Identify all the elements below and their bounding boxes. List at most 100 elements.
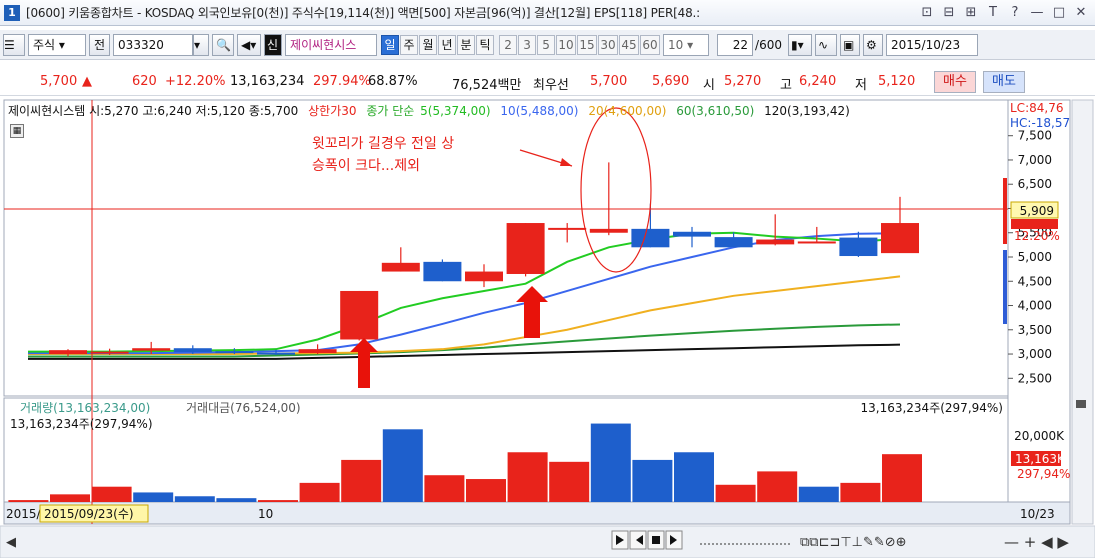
period-year[interactable]: 년	[438, 34, 457, 55]
open-label: 시	[703, 78, 715, 93]
toolbar: ☰ 주식 ▾ 전 033320 ▾ 🔍 ◀▾ 신 제이씨현시스 일 주 월 년 …	[0, 30, 1095, 60]
volume: 13,163,234	[230, 74, 305, 89]
candle-body	[257, 352, 295, 355]
volume-bar	[8, 500, 49, 502]
sell-button[interactable]: 매도	[983, 71, 1025, 93]
bottom-nav-bar	[0, 525, 1095, 558]
period-month[interactable]: 월	[419, 34, 438, 55]
step-60[interactable]: 60	[640, 34, 661, 55]
volume-bar	[382, 429, 423, 502]
code-input[interactable]: 033320	[113, 33, 194, 56]
price-tick-label: 7,500	[1018, 129, 1052, 143]
candle-body	[381, 262, 420, 272]
scroll-left-icon[interactable]: ◀	[6, 535, 16, 550]
period-week[interactable]: 주	[400, 34, 419, 55]
legend-stock: 제이씨현시스템 시:5,270 고:6,240 저:5,120 종:5,700	[8, 104, 299, 118]
current-price: 5,700	[40, 74, 78, 89]
close-button[interactable]: ✕	[1072, 5, 1090, 21]
volume-tick: 20,000K	[1014, 429, 1065, 443]
period-day[interactable]: 일	[381, 34, 400, 55]
pin-icon[interactable]: ⊞	[962, 5, 980, 21]
period-minute[interactable]: 분	[457, 34, 476, 55]
chart-menu-icon[interactable]: ☰	[3, 33, 25, 56]
save-icon[interactable]: ▣	[840, 33, 860, 56]
window-controls: ⊡ ⊟ ⊞ T ? — □ ✕	[914, 5, 1090, 21]
high-label: 고	[780, 78, 792, 93]
maximize-button[interactable]: □	[1050, 5, 1068, 21]
chart-area[interactable]: 7,5007,0006,5006,0005,5005,0004,5004,000…	[0, 98, 1095, 558]
volume-ratio: 297.94%	[313, 74, 371, 89]
page-total: /600	[755, 37, 782, 52]
volume-bar	[91, 486, 132, 502]
candle-body	[839, 237, 878, 257]
chart-tools-icons[interactable]: ⧉⧉⊏⊐⊤⊥✎✎⊘⊕	[800, 535, 907, 550]
page-input[interactable]: 22	[717, 33, 754, 56]
minimize-button[interactable]: —	[1028, 5, 1046, 21]
legend-hc: HC:-18,57	[1010, 116, 1071, 130]
step-30[interactable]: 30	[598, 34, 619, 55]
price-tick-label: 5,000	[1018, 250, 1052, 264]
price-tick-label: 3,000	[1018, 347, 1052, 361]
step-5[interactable]: 5	[537, 34, 556, 55]
date-axis-bar	[3, 501, 1071, 525]
settings-gear-icon[interactable]: ⚙	[863, 33, 883, 56]
volume-bar	[798, 486, 839, 502]
candle-body	[673, 231, 711, 237]
code-dropdown-icon[interactable]: ▾	[193, 33, 210, 56]
date-input[interactable]: 2015/10/23	[886, 33, 978, 56]
font-icon[interactable]: T	[984, 5, 1002, 21]
candle-body	[298, 349, 337, 354]
volume-bar	[507, 452, 548, 502]
open-price: 5,270	[724, 74, 762, 89]
restore-icon[interactable]: ⊡	[918, 5, 936, 21]
candle-body	[49, 350, 87, 355]
candle-body	[631, 228, 670, 248]
volume-bar	[466, 479, 506, 502]
cursor-date: 2015/09/23(수)	[44, 507, 134, 521]
step-2[interactable]: 2	[499, 34, 518, 55]
candle-body	[797, 241, 836, 244]
search-icon[interactable]: 🔍	[212, 33, 235, 56]
best-ask: 5,700	[590, 74, 628, 89]
price-tick-label: 2,500	[1018, 371, 1052, 385]
count-select[interactable]: 10 ▾	[663, 33, 710, 56]
price-tick-label: 6,500	[1018, 177, 1052, 191]
step-3[interactable]: 3	[518, 34, 537, 55]
volume-bar	[715, 484, 756, 502]
sound-icon[interactable]: ◀▾	[237, 33, 262, 56]
price-tick-label: 4,500	[1018, 274, 1052, 288]
right-scrollbar[interactable]	[1071, 99, 1094, 525]
zoom-controls-icon[interactable]: — + ◀ ▶	[1004, 533, 1069, 551]
help-icon[interactable]: ?	[1006, 5, 1024, 21]
volume-bar	[632, 459, 673, 502]
all-button[interactable]: 전	[89, 33, 111, 56]
candle-type-icon[interactable]: ▮▾	[788, 33, 812, 56]
indicator-icon[interactable]: ∿	[815, 33, 837, 56]
legend-lc: LC:84,76	[1010, 101, 1064, 115]
panel-grid-icon[interactable]: ▦	[10, 124, 24, 138]
price-legend: 제이씨현시스템 시:5,270 고:6,240 저:5,120 종:5,700 …	[8, 102, 856, 119]
annotation-line1: 윗꼬리가 길경우 전일 상	[312, 136, 454, 152]
volume-panel-toggle-icon[interactable]	[1076, 400, 1086, 408]
step-45[interactable]: 45	[619, 34, 640, 55]
amount-legend: 거래대금(76,524,00)	[186, 401, 301, 415]
step-15[interactable]: 15	[577, 34, 598, 55]
volume-current-label: 13,163K	[1015, 452, 1066, 466]
best-quote-label: 최우선	[533, 78, 569, 93]
low-price: 5,120	[878, 74, 916, 89]
period-tick[interactable]: 틱	[476, 34, 495, 55]
stop-glyph	[652, 536, 660, 544]
trade-amount: 76,524백만	[452, 78, 522, 93]
step-10[interactable]: 10	[556, 34, 577, 55]
price-tick-label: 7,000	[1018, 153, 1052, 167]
window-number: 1	[4, 4, 20, 21]
tile-icon[interactable]: ⊟	[940, 5, 958, 21]
new-listing-badge: 신	[264, 33, 283, 56]
candle-body	[173, 348, 212, 353]
price-bar: 5,700 ▲ 620 +12.20% 13,163,234 297.94% 6…	[0, 68, 1095, 96]
legend-upper-limit: 상한가30	[308, 104, 357, 118]
type-select[interactable]: 주식 ▾	[28, 33, 86, 56]
buy-button[interactable]: 매수	[934, 71, 976, 93]
volume-right-value: 13,163,234주(297,94%)	[860, 401, 1003, 415]
price-change: 620	[132, 74, 157, 89]
